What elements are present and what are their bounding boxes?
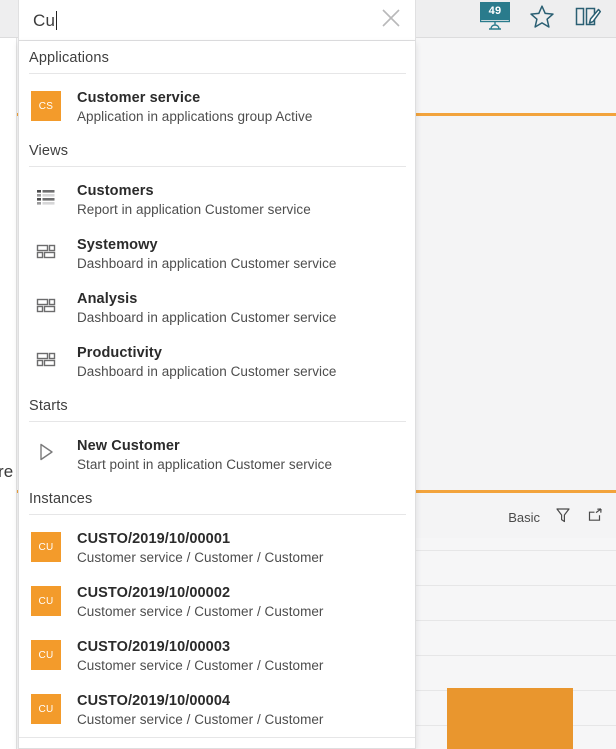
search-result-item[interactable]: New Customer Start point in application C… [19, 428, 415, 482]
favorites-star-icon[interactable] [529, 4, 555, 35]
application-window: re Basic 49 Cu Applications CS Customer … [0, 0, 616, 749]
result-title: CUSTO/2019/10/00002 [77, 585, 231, 601]
header-icon-group: 49 [479, 0, 602, 38]
notifications-icon[interactable]: 49 [479, 1, 511, 36]
result-subtitle: Customer service / Customer / Customer [77, 658, 324, 674]
avatar-tile-label: CU [38, 595, 54, 607]
section-header-views: Views [29, 143, 69, 159]
result-text-block: CUSTO/2019/10/00003 Customer service / Cu… [63, 637, 323, 675]
result-title: Customers [77, 183, 154, 199]
result-icon-slot [29, 289, 63, 321]
notes-edit-icon[interactable] [574, 4, 602, 35]
avatar-tile-label: CU [38, 541, 54, 553]
result-subtitle: Dashboard in application Customer servic… [77, 310, 337, 326]
result-text-block: Customer service Application in applicati… [63, 88, 312, 126]
result-title: CUSTO/2019/10/00003 [77, 639, 231, 655]
result-subtitle: Customer service / Customer / Customer [77, 712, 324, 728]
avatar-tile: CU [31, 694, 61, 724]
close-icon [380, 7, 402, 34]
result-icon-slot: CS [29, 88, 63, 121]
result-icon-slot [29, 343, 63, 375]
global-search-bar[interactable]: Cu [18, 0, 416, 41]
result-icon-slot [29, 436, 63, 468]
result-title: CUSTO/2019/10/00001 [77, 531, 231, 547]
play-triangle-icon [35, 441, 57, 468]
avatar-tile: CU [31, 532, 61, 562]
section-header-applications: Applications [29, 50, 109, 66]
result-subtitle: Application in applications group Active [77, 109, 313, 125]
result-subtitle: Start point in application Customer serv… [77, 457, 333, 473]
avatar-tile-label: CS [38, 100, 54, 112]
result-text-block: Analysis Dashboard in application Custome… [63, 289, 336, 327]
result-icon-slot: CU [29, 529, 63, 562]
result-title: CUSTO/2019/10/00004 [77, 693, 231, 709]
search-result-item[interactable]: Customers Report in application Customer … [19, 173, 415, 227]
chart-bar [447, 688, 573, 749]
result-title: Analysis [77, 291, 138, 307]
search-result-item[interactable]: CU CUSTO/2019/10/00004 Customer service / … [19, 683, 415, 737]
result-subtitle: Customer service / Customer / Customer [77, 550, 324, 566]
filter-mode-label[interactable]: Basic [508, 510, 540, 525]
result-text-block: CUSTO/2019/10/00001 Customer service / Cu… [63, 529, 323, 567]
result-text-block: New Customer Start point in application C… [63, 436, 332, 474]
search-results-dropdown: Applications CS Customer service Applicatio… [18, 41, 416, 749]
result-text-block: Productivity Dashboard in application Cus… [63, 343, 336, 381]
result-subtitle: Dashboard in application Customer servic… [77, 256, 337, 272]
search-input-value: Cu [33, 10, 56, 30]
result-title: Customer service [77, 90, 201, 106]
avatar-tile-label: CU [38, 703, 54, 715]
filter-funnel-icon[interactable] [554, 506, 572, 529]
background-left-rail [0, 38, 17, 749]
export-icon[interactable] [586, 506, 604, 529]
show-more-results-button[interactable]: Show more results [19, 737, 415, 748]
text-caret [56, 10, 58, 30]
search-result-item[interactable]: CU CUSTO/2019/10/00002 Customer service / … [19, 575, 415, 629]
result-text-block: Customers Report in application Customer … [63, 181, 311, 219]
result-icon-slot [29, 235, 63, 267]
result-icon-slot: CU [29, 637, 63, 670]
result-icon-slot: CU [29, 691, 63, 724]
section-header-starts: Starts [29, 398, 68, 414]
avatar-tile: CS [31, 91, 61, 121]
result-title: Productivity [77, 345, 162, 361]
result-text-block: Systemowy Dashboard in application Custom… [63, 235, 336, 273]
search-result-item[interactable]: CS Customer service Application in applica… [19, 80, 415, 134]
search-clear-button[interactable] [367, 0, 415, 41]
avatar-tile: CU [31, 586, 61, 616]
result-text-block: CUSTO/2019/10/00002 Customer service / Cu… [63, 583, 323, 621]
search-result-item[interactable]: CU CUSTO/2019/10/00003 Customer service / … [19, 629, 415, 683]
table-report-icon [35, 186, 57, 213]
result-title: New Customer [77, 438, 180, 454]
dashboard-icon [35, 348, 57, 375]
search-result-item[interactable]: Analysis Dashboard in application Custome… [19, 281, 415, 335]
avatar-tile-label: CU [38, 649, 54, 661]
dashboard-icon [35, 294, 57, 321]
result-icon-slot [29, 181, 63, 213]
result-text-block: CUSTO/2019/10/00004 Customer service / Cu… [63, 691, 323, 729]
search-input[interactable]: Cu [19, 0, 367, 40]
dashboard-icon [35, 240, 57, 267]
background-section-title: re [0, 462, 14, 481]
search-result-item[interactable]: Productivity Dashboard in application Cus… [19, 335, 415, 389]
avatar-tile: CU [31, 640, 61, 670]
search-result-item[interactable]: Systemowy Dashboard in application Custom… [19, 227, 415, 281]
result-subtitle: Customer service / Customer / Customer [77, 604, 324, 620]
result-icon-slot: CU [29, 583, 63, 616]
notification-count-badge: 49 [480, 1, 510, 20]
result-subtitle: Report in application Customer service [77, 202, 311, 218]
background-toolbar: Basic [508, 500, 604, 534]
section-header-instances: Instances [29, 491, 93, 507]
search-result-item[interactable]: CU CUSTO/2019/10/00001 Customer service / … [19, 521, 415, 575]
result-title: Systemowy [77, 237, 158, 253]
result-subtitle: Dashboard in application Customer servic… [77, 364, 337, 380]
